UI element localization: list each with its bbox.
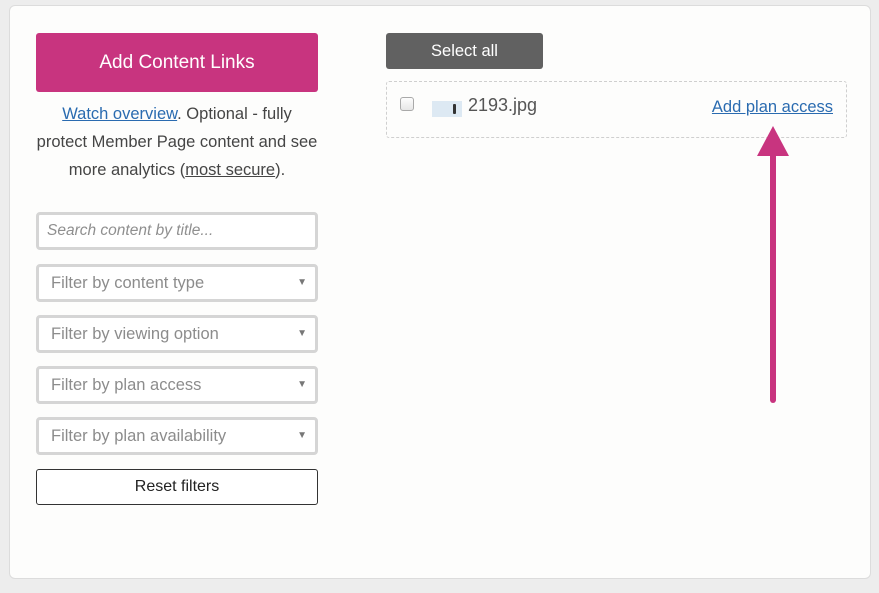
overview-description: Watch overview. Optional - fully protect…: [36, 100, 318, 184]
filter-plan-availability-select[interactable]: Filter by plan availability ▼: [36, 417, 318, 455]
chevron-down-icon: ▼: [297, 277, 307, 288]
filter-viewing-option-label: Filter by viewing option: [51, 325, 219, 343]
search-content-input[interactable]: [36, 212, 318, 250]
add-plan-access-link[interactable]: Add plan access: [712, 96, 833, 118]
sidebar: Add Content Links Watch overview. Option…: [36, 33, 318, 505]
overview-text-part-2: ).: [275, 161, 286, 179]
filter-viewing-option-select[interactable]: Filter by viewing option ▼: [36, 315, 318, 353]
filter-content-type-select[interactable]: Filter by content type ▼: [36, 264, 318, 302]
reset-filters-button[interactable]: Reset filters: [36, 469, 318, 505]
content-panel: Add Content Links Watch overview. Option…: [9, 5, 871, 579]
image-thumbnail: [432, 101, 462, 117]
watch-overview-link[interactable]: Watch overview: [62, 105, 177, 123]
chevron-down-icon: ▼: [297, 379, 307, 390]
add-content-links-button[interactable]: Add Content Links: [36, 33, 318, 92]
item-filename: 2193.jpg: [468, 95, 538, 115]
filter-content-type-label: Filter by content type: [51, 274, 205, 292]
item-checkbox[interactable]: [400, 97, 414, 111]
chevron-down-icon: ▼: [297, 430, 307, 441]
filter-plan-availability-label: Filter by plan availability: [51, 427, 227, 445]
content-list: 2193.jpg Add plan access: [386, 81, 847, 138]
select-all-button[interactable]: Select all: [386, 33, 543, 69]
filter-plan-access-label: Filter by plan access: [51, 376, 202, 394]
filter-plan-access-select[interactable]: Filter by plan access ▼: [36, 366, 318, 404]
thumbnail-figure: [453, 104, 456, 114]
most-secure-link[interactable]: most secure: [185, 161, 275, 179]
chevron-down-icon: ▼: [297, 328, 307, 339]
